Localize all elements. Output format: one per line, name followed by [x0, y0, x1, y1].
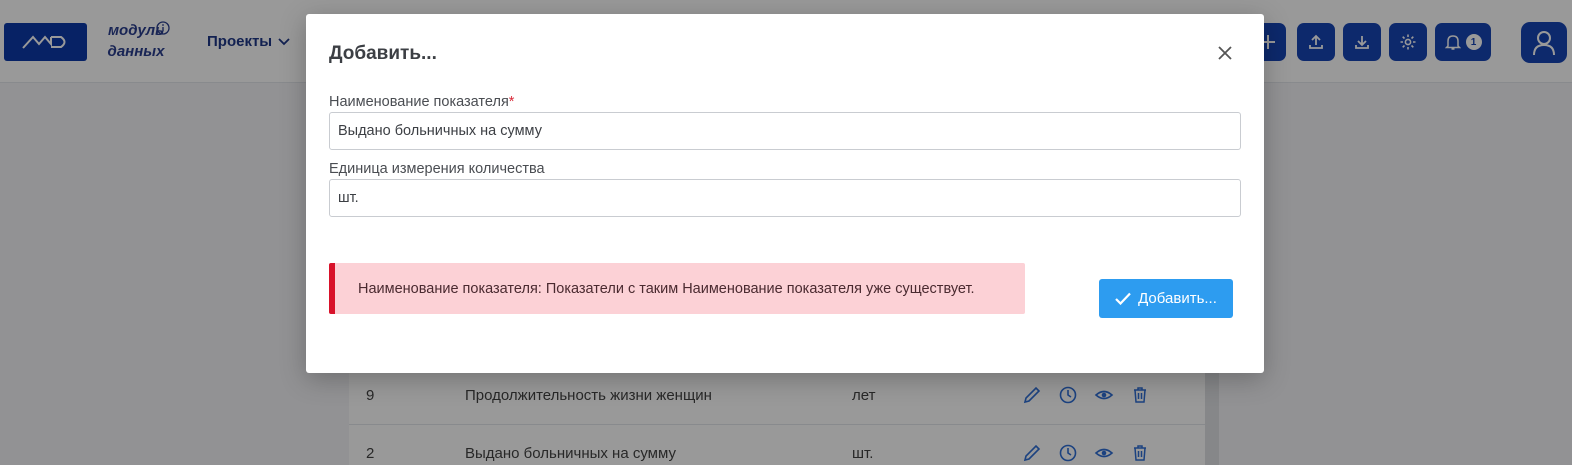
unit-input[interactable]	[329, 179, 1241, 217]
add-indicator-dialog: Добавить... Наименование показателя* Еди…	[306, 14, 1264, 373]
indicator-name-input[interactable]	[329, 112, 1241, 150]
close-button[interactable]	[1215, 43, 1235, 63]
indicator-name-label-text: Наименование показателя	[329, 94, 509, 110]
unit-label: Единица измерения количества	[329, 161, 545, 177]
submit-add-label: Добавить...	[1138, 290, 1217, 307]
required-mark: *	[508, 94, 515, 110]
dialog-title: Добавить...	[329, 43, 437, 64]
indicator-name-label: Наименование показателя*	[329, 94, 514, 110]
error-message: Наименование показателя: Показатели с та…	[358, 280, 975, 297]
error-alert: Наименование показателя: Показатели с та…	[329, 263, 1025, 314]
submit-add-button[interactable]: Добавить...	[1099, 279, 1233, 318]
check-icon	[1115, 292, 1131, 305]
close-icon	[1218, 46, 1232, 60]
